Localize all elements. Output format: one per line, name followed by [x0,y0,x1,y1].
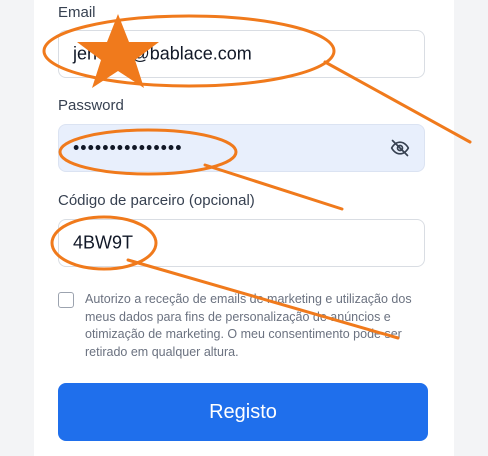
partner-code-field[interactable]: 4BW9T [58,219,425,267]
eye-off-icon[interactable] [390,138,410,158]
partner-code-label: Código de parceiro (opcional) [58,192,255,209]
consent-checkbox[interactable] [58,292,74,308]
register-button[interactable]: Registo [58,383,428,441]
password-label: Password [58,97,124,114]
password-value: ••••••••••••••• [73,137,183,158]
email-label: Email [58,4,96,21]
password-field[interactable]: ••••••••••••••• [58,124,425,172]
registration-card: Email jen 83@bablace.com Password ••••••… [34,0,454,456]
email-field[interactable]: jen 83@bablace.com [58,30,425,78]
partner-code-value: 4BW9T [73,232,134,253]
consent-text: Autorizo a receção de emails de marketin… [85,292,412,359]
email-value: jen 83@bablace.com [73,43,252,64]
